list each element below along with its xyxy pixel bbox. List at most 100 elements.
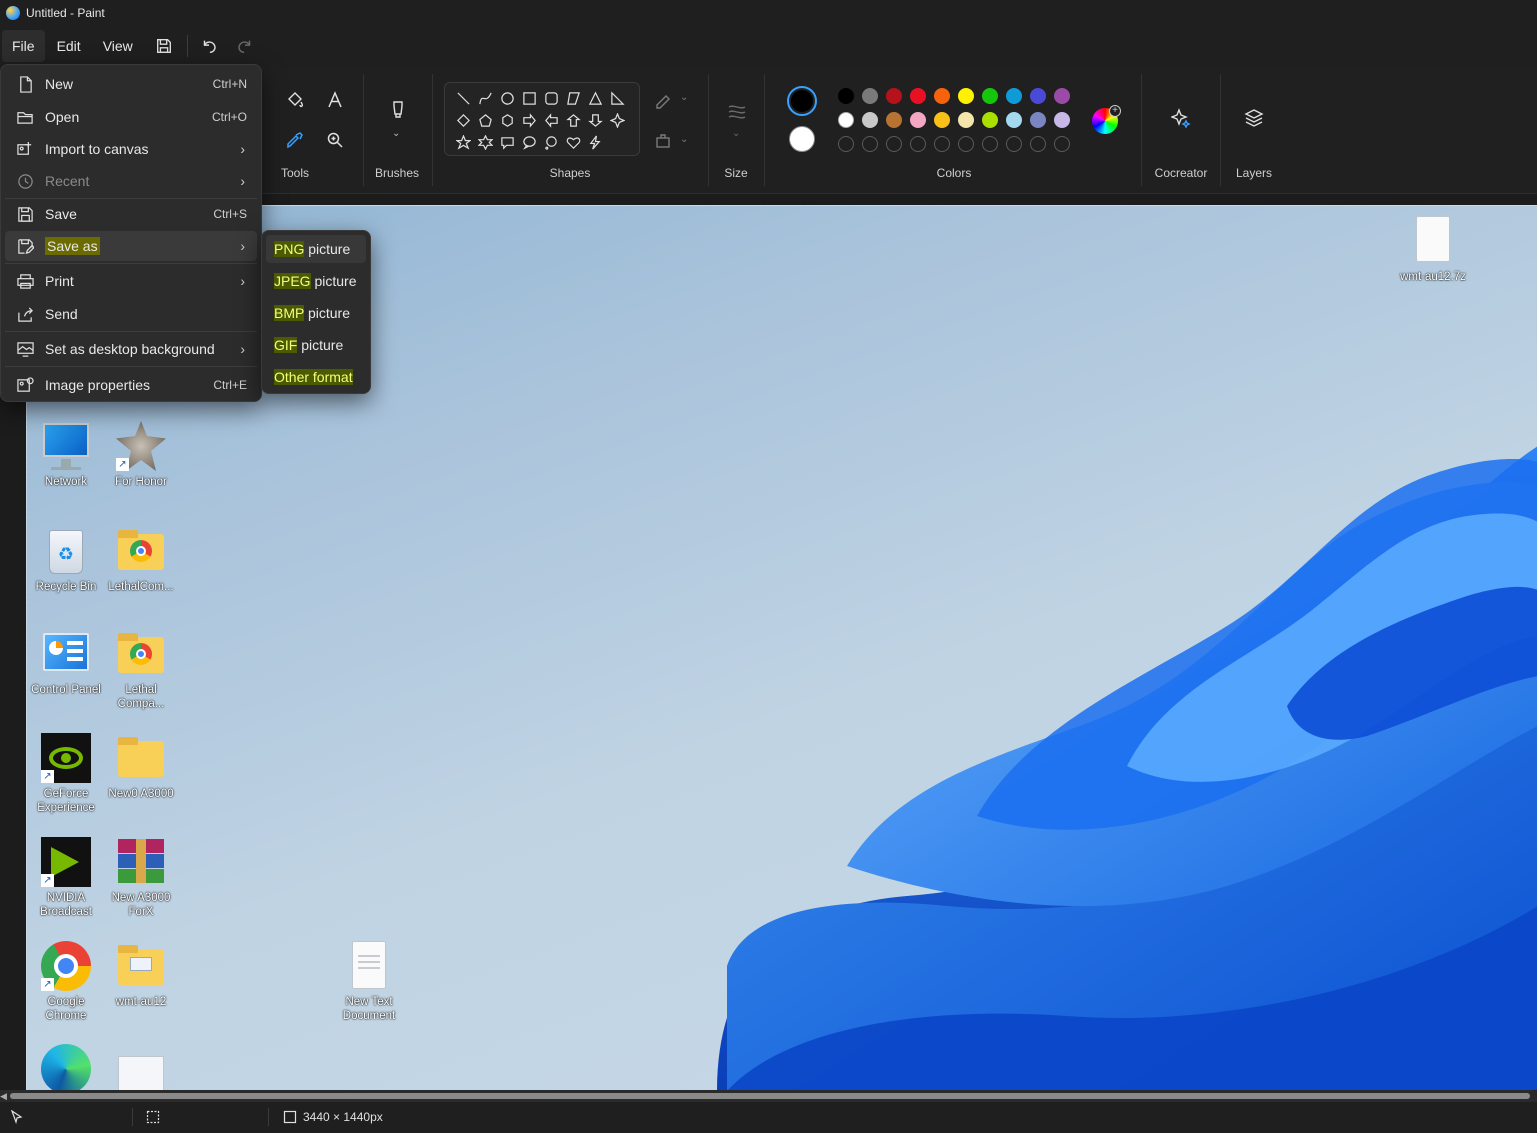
text-tool[interactable] xyxy=(321,86,349,114)
color-swatch[interactable] xyxy=(958,112,974,128)
custom-color-slot[interactable] xyxy=(982,136,998,152)
color-swatch[interactable] xyxy=(862,88,878,104)
five-point-star-shape[interactable] xyxy=(453,132,473,152)
color-swatch[interactable] xyxy=(1006,112,1022,128)
custom-color-slot[interactable] xyxy=(1006,136,1022,152)
desktop-icon-edge[interactable] xyxy=(27,1044,105,1090)
outline-button[interactable] xyxy=(650,86,678,114)
right-triangle-shape[interactable] xyxy=(607,88,627,108)
horizontal-scrollbar[interactable]: ◀ xyxy=(0,1090,1537,1102)
file-menu-import-to-canvas[interactable]: Import to canvas › xyxy=(5,134,257,164)
undo-button[interactable] xyxy=(194,31,224,61)
custom-color-slot[interactable] xyxy=(934,136,950,152)
desktop-icon-wmt-au12-7z[interactable]: wmt-au12.7z xyxy=(1394,216,1472,284)
color-swatch[interactable] xyxy=(910,88,926,104)
color-swatch[interactable] xyxy=(862,112,878,128)
oval-callout-shape[interactable] xyxy=(519,132,539,152)
diamond-shape[interactable] xyxy=(453,110,473,130)
file-menu-new[interactable]: New Ctrl+N xyxy=(5,69,257,99)
cocreator-button[interactable] xyxy=(1167,104,1195,132)
desktop-icon-lethalcom[interactable]: LethalCom... xyxy=(102,526,180,594)
triangle-shape[interactable] xyxy=(585,88,605,108)
save-as-png[interactable]: PNG picture xyxy=(266,235,366,263)
desktop-icon-image-file[interactable] xyxy=(102,1056,180,1090)
menu-file[interactable]: File xyxy=(2,30,45,62)
scrollbar-thumb[interactable] xyxy=(10,1093,1530,1099)
color-swatch[interactable] xyxy=(838,112,854,128)
file-menu-recent[interactable]: Recent › xyxy=(5,166,257,196)
custom-color-slot[interactable] xyxy=(862,136,878,152)
desktop-icon-control-panel[interactable]: Control Panel xyxy=(27,629,105,697)
file-menu-set-as-desktop-background[interactable]: Set as desktop background › xyxy=(5,334,257,364)
scroll-left-icon[interactable]: ◀ xyxy=(0,1090,7,1102)
outline-chevron-down-icon[interactable]: ⌄ xyxy=(680,92,688,103)
layers-button[interactable] xyxy=(1240,104,1268,132)
secondary-color-selector[interactable] xyxy=(789,126,815,152)
color-swatch[interactable] xyxy=(958,88,974,104)
desktop-icon-wmt-au12[interactable]: wmt-au12 xyxy=(102,941,180,1009)
fill-chevron-down-icon[interactable]: ⌄ xyxy=(680,134,688,145)
color-swatch[interactable] xyxy=(838,88,854,104)
save-as-other-format[interactable]: Other format xyxy=(266,363,366,391)
six-point-star-shape[interactable] xyxy=(475,132,495,152)
size-chevron-down-icon[interactable]: ⌄ xyxy=(732,128,740,139)
primary-color-selector[interactable] xyxy=(787,86,817,116)
file-menu-print[interactable]: Print › xyxy=(5,266,257,296)
fill-tool[interactable] xyxy=(281,86,309,114)
color-swatch[interactable] xyxy=(1054,112,1070,128)
color-swatch[interactable] xyxy=(1030,112,1046,128)
color-swatch[interactable] xyxy=(934,112,950,128)
color-swatch[interactable] xyxy=(910,112,926,128)
hexagon-shape[interactable] xyxy=(497,110,517,130)
custom-color-slot[interactable] xyxy=(1030,136,1046,152)
custom-color-slot[interactable] xyxy=(958,136,974,152)
quick-save-button[interactable] xyxy=(149,31,179,61)
magnifier-tool[interactable] xyxy=(321,126,349,154)
four-point-star-shape[interactable] xyxy=(607,110,627,130)
rectangle-shape[interactable] xyxy=(519,88,539,108)
desktop-icon-geforce-experience[interactable]: ↗ GeForce Experience xyxy=(27,733,105,815)
fill-button[interactable] xyxy=(650,128,678,156)
desktop-icon-nvidia-broadcast[interactable]: ↗ NVIDIA Broadcast xyxy=(27,837,105,919)
color-swatch[interactable] xyxy=(886,112,902,128)
heart-shape[interactable] xyxy=(563,132,583,152)
redo-button[interactable] xyxy=(230,31,260,61)
file-menu-save[interactable]: Save Ctrl+S xyxy=(5,199,257,229)
file-menu-open[interactable]: Open Ctrl+O xyxy=(5,102,257,132)
color-swatch[interactable] xyxy=(982,112,998,128)
custom-color-slot[interactable] xyxy=(1054,136,1070,152)
menu-view[interactable]: View xyxy=(93,30,143,62)
file-menu-save-as[interactable]: Save as › xyxy=(5,231,257,261)
color-swatch[interactable] xyxy=(1054,88,1070,104)
desktop-icon-lethal-compa[interactable]: Lethal Compa... xyxy=(102,629,180,711)
file-menu-send[interactable]: Send xyxy=(5,299,257,329)
size-button[interactable] xyxy=(723,98,751,126)
lightning-shape[interactable] xyxy=(585,132,605,152)
custom-color-slot[interactable] xyxy=(910,136,926,152)
line-shape[interactable] xyxy=(453,88,473,108)
curve-shape[interactable] xyxy=(475,88,495,108)
down-arrow-shape[interactable] xyxy=(585,110,605,130)
color-swatch[interactable] xyxy=(982,88,998,104)
rounded-rectangle-shape[interactable] xyxy=(541,88,561,108)
brushes-chevron-down-icon[interactable]: ⌄ xyxy=(392,128,400,139)
left-arrow-shape[interactable] xyxy=(541,110,561,130)
pentagon-shape[interactable] xyxy=(475,110,495,130)
desktop-icon-new-text-document[interactable]: New Text Document xyxy=(330,941,408,1023)
save-as-bmp[interactable]: BMP picture xyxy=(266,299,366,327)
menu-edit[interactable]: Edit xyxy=(47,30,91,62)
brushes-button[interactable] xyxy=(384,96,412,124)
polygon-shape[interactable] xyxy=(563,88,583,108)
custom-color-slot[interactable] xyxy=(838,136,854,152)
up-arrow-shape[interactable] xyxy=(563,110,583,130)
desktop-icon-for-honor[interactable]: ↗ For Honor xyxy=(102,421,180,489)
file-menu-image-properties[interactable]: Image properties Ctrl+E xyxy=(5,370,257,400)
color-swatch[interactable] xyxy=(886,88,902,104)
custom-color-slot[interactable] xyxy=(886,136,902,152)
desktop-icon-new-a3000-forx[interactable]: New A3000 ForX xyxy=(102,837,180,919)
save-as-jpeg[interactable]: JPEG picture xyxy=(266,267,366,295)
color-swatch[interactable] xyxy=(1006,88,1022,104)
rounded-callout-shape[interactable] xyxy=(497,132,517,152)
color-swatch[interactable] xyxy=(1030,88,1046,104)
right-arrow-shape[interactable] xyxy=(519,110,539,130)
